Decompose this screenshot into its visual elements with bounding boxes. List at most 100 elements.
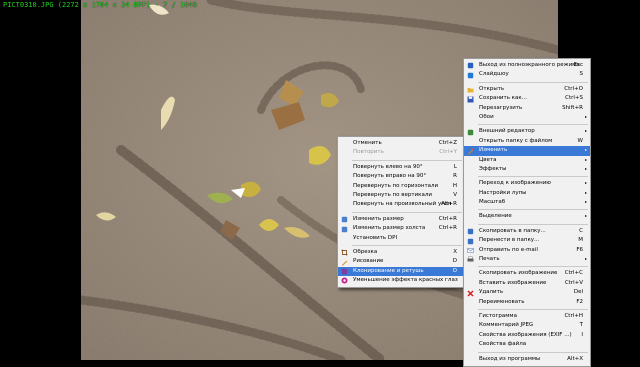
menu-item-label: Изменить размер bbox=[353, 215, 404, 222]
menu-item-rotate-custom[interactable]: Повернуть на произвольный угол Alt+R bbox=[338, 200, 464, 209]
menu-item-label: Переход к изображению bbox=[479, 180, 551, 187]
menu-item-shortcut: Ctrl+H bbox=[564, 312, 583, 319]
menu-item-clone-retouch[interactable]: Клонирование и ретушь O bbox=[338, 266, 464, 277]
menu-item-label: Сохранить как... bbox=[479, 95, 527, 102]
menu-item-crop[interactable]: Обрезка X bbox=[338, 248, 464, 257]
menu-item-image-properties[interactable]: Свойства изображения (EXIF ...) I bbox=[464, 331, 590, 340]
draw-icon bbox=[341, 259, 348, 266]
menu-item-label: Эффекты bbox=[479, 165, 507, 172]
menu-separator bbox=[478, 124, 588, 126]
menu-item-red-eye-reduction[interactable]: Уменьшение эффекта красных глаз bbox=[338, 276, 464, 285]
menu-item-shortcut: Ctrl+O bbox=[564, 85, 583, 92]
menu-item-set-dpi[interactable]: Установить DPI bbox=[338, 234, 464, 243]
menu-item-copy-image[interactable]: Скопировать изображение Ctrl+C bbox=[464, 269, 590, 278]
menu-item-rename[interactable]: Переименовать F2 bbox=[464, 298, 590, 307]
menu-item-jpeg-comment[interactable]: Комментарий JPEG T bbox=[464, 321, 590, 330]
menu-item-label: Обои bbox=[479, 113, 494, 120]
menu-item-external-editor[interactable]: Внешний редактор bbox=[464, 127, 590, 136]
menu-item-label: Отменить bbox=[353, 140, 382, 146]
menu-item-label: Свойства изображения (EXIF ...) bbox=[479, 331, 572, 338]
menu-item-print[interactable]: Печать bbox=[464, 255, 590, 264]
menu-item-canvas-size[interactable]: Изменить размер холста Ctrl+R bbox=[338, 224, 464, 233]
menu-item-label: Изменить bbox=[479, 147, 508, 154]
menu-item-reload[interactable]: Перезагрузить Shift+R bbox=[464, 104, 590, 113]
menu-item-wallpaper[interactable]: Обои bbox=[464, 113, 590, 122]
menu-item-label: Слайдшоу bbox=[479, 71, 509, 78]
menu-item-label: Цвета bbox=[479, 156, 497, 163]
menu-item-label: Перевернуть по вертикали bbox=[353, 191, 432, 198]
external-editor-icon bbox=[467, 129, 474, 136]
menu-separator bbox=[352, 244, 462, 246]
menu-item-label: Повернуть вправо на 90° bbox=[353, 173, 427, 180]
menu-item-open-folder[interactable]: Открыть папку с файлом W bbox=[464, 137, 590, 146]
crop-icon bbox=[341, 249, 348, 256]
menu-item-shortcut: C bbox=[579, 227, 583, 234]
red-eye-icon bbox=[341, 277, 348, 284]
menu-item-rotate-right[interactable]: Повернуть вправо на 90° R bbox=[338, 172, 464, 181]
menu-item-slideshow[interactable]: Слайдшоу S bbox=[464, 70, 590, 79]
menu-item-move-to-folder[interactable]: Перенести в папку... M bbox=[464, 236, 590, 245]
edit-submenu: Отменить Ctrl+Z Повторить Ctrl+Y Повернуть в… bbox=[337, 136, 465, 289]
menu-item-delete[interactable]: Удалить Del bbox=[464, 288, 590, 297]
menu-item-rotate-left[interactable]: Повернуть влево на 90° L bbox=[338, 163, 464, 172]
menu-item-histogram[interactable]: Гистограмма Ctrl+H bbox=[464, 312, 590, 321]
menu-item-label: Настройки лупы bbox=[479, 189, 527, 196]
menu-item-send-email[interactable]: Отправить по e-mail F6 bbox=[464, 246, 590, 255]
menu-item-colors[interactable]: Цвета bbox=[464, 156, 590, 165]
menu-item-label: Открыть bbox=[479, 85, 505, 92]
submenu-arrow-icon bbox=[585, 149, 587, 152]
menu-item-shortcut: I bbox=[581, 331, 583, 338]
menu-item-save-as[interactable]: Сохранить как... Ctrl+S bbox=[464, 94, 590, 103]
menu-item-draw[interactable]: Рисование D bbox=[338, 257, 464, 266]
menu-item-file-properties[interactable]: Свойства файла bbox=[464, 340, 590, 349]
submenu-arrow-icon bbox=[585, 258, 587, 261]
submenu-arrow-icon bbox=[585, 191, 587, 194]
menu-item-shortcut: L bbox=[453, 163, 457, 170]
submenu-arrow-icon bbox=[585, 182, 587, 185]
menu-item-shortcut: O bbox=[452, 267, 457, 274]
submenu-arrow-icon bbox=[585, 201, 587, 204]
submenu-arrow-icon bbox=[585, 115, 587, 118]
menu-item-effects[interactable]: Эффекты bbox=[464, 165, 590, 174]
menu-item-paste-image[interactable]: Вставить изображение Ctrl+V bbox=[464, 279, 590, 288]
menu-item-label: Печать bbox=[479, 256, 500, 263]
menu-item-zoom[interactable]: Масштаб bbox=[464, 198, 590, 207]
submenu-arrow-icon bbox=[585, 158, 587, 161]
file-info-label: PICT0310.JPG (2272 x 1704 x 24 BPP) - 7 … bbox=[3, 1, 197, 9]
menu-item-shortcut: Alt+R bbox=[441, 201, 457, 208]
menu-item-copy-to-folder[interactable]: Скопировать в папку... C bbox=[464, 227, 590, 236]
menu-item-label: Повторить bbox=[353, 149, 384, 156]
submenu-arrow-icon bbox=[585, 167, 587, 170]
menu-item-shortcut: Ctrl+R bbox=[438, 215, 457, 222]
menu-item-shortcut: F6 bbox=[576, 246, 583, 253]
menu-item-flip-vertical[interactable]: Перевернуть по вертикали V bbox=[338, 191, 464, 200]
submenu-arrow-icon bbox=[585, 130, 587, 133]
menu-item-label: Клонирование и ретушь bbox=[353, 267, 424, 274]
menu-item-shortcut: D bbox=[452, 258, 457, 265]
menu-item-undo[interactable]: Отменить Ctrl+Z bbox=[338, 139, 464, 148]
menu-item-exit-fullscreen[interactable]: Выход из полноэкранного режима Esc bbox=[464, 61, 590, 70]
menu-item-open[interactable]: Открыть Ctrl+O bbox=[464, 85, 590, 94]
print-icon bbox=[467, 256, 474, 263]
menu-item-shortcut: V bbox=[453, 191, 457, 198]
menu-item-go-to-image[interactable]: Переход к изображению bbox=[464, 179, 590, 188]
menu-item-shortcut: Ctrl+V bbox=[564, 279, 583, 286]
menu-separator bbox=[352, 159, 462, 161]
menu-item-label: Рисование bbox=[353, 258, 384, 265]
menu-item-label: Масштаб bbox=[479, 199, 506, 206]
menu-item-shortcut: T bbox=[579, 322, 583, 329]
menu-separator bbox=[478, 209, 588, 211]
menu-separator bbox=[478, 81, 588, 83]
menu-item-edit[interactable]: Изменить bbox=[464, 146, 590, 156]
menu-item-flip-horizontal[interactable]: Перевернуть по горизонтали H bbox=[338, 182, 464, 191]
menu-item-label: Изменить размер холста bbox=[353, 225, 426, 232]
menu-item-exit-program[interactable]: Выход из программы Alt+X bbox=[464, 355, 590, 364]
menu-separator bbox=[478, 308, 588, 310]
menu-item-label: Комментарий JPEG bbox=[479, 322, 534, 329]
menu-item-selection[interactable]: Выделение bbox=[464, 212, 590, 221]
menu-item-label: Установить DPI bbox=[353, 234, 398, 241]
menu-item-label: Отправить по e-mail bbox=[479, 246, 538, 253]
menu-item-magnifier-settings[interactable]: Настройки лупы bbox=[464, 189, 590, 198]
menu-item-resize[interactable]: Изменить размер Ctrl+R bbox=[338, 215, 464, 224]
menu-item-shortcut: Ctrl+C bbox=[564, 270, 583, 277]
